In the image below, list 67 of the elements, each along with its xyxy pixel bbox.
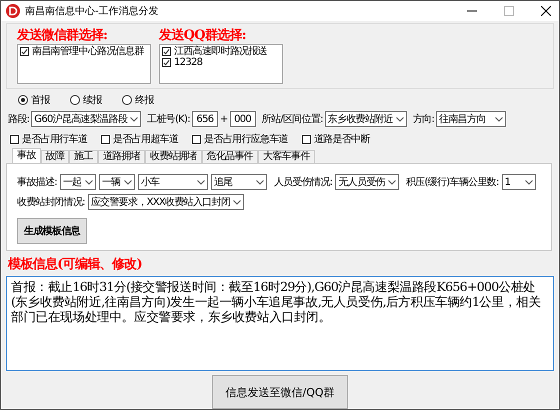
checkbox-label: 道路是否中断	[314, 132, 370, 146]
group-name: 12328	[174, 57, 202, 68]
generate-button[interactable]: 生成模板信息	[17, 218, 87, 244]
tab[interactable]: 事故	[12, 148, 41, 163]
app-logo-icon	[6, 4, 20, 18]
window-title: 南昌南信息中心-工作消息分发	[25, 4, 160, 18]
template-text-field[interactable]: 首报：截止16时31分(接交警报送时间：截至16时29分),G60沪昆高速梨温路段K656+000公桩处(东乡收费站附近,往南昌方向)发生一起一辆小车追尾事故,无人员受伤,后方积压车辆约1公里，相关部门已在现场处理中。应交警要求，东乡收费站入口封闭。	[6, 276, 554, 371]
group-name: 江西高速即时路况报送	[174, 46, 268, 57]
stake-km-field[interactable]: 656	[192, 111, 218, 127]
field-label: 事故描述:	[17, 176, 57, 189]
radio-button[interactable]	[18, 95, 28, 105]
description-dropdown[interactable]: 追尾	[210, 174, 267, 190]
checkbox[interactable]	[162, 58, 171, 67]
group-name: 南昌南管理中心路况信息群	[32, 46, 144, 57]
field-label: 积压(缓行)车辆公里数:	[406, 176, 499, 189]
chevron-down-icon	[124, 180, 132, 184]
description-dropdown[interactable]: 小车	[138, 174, 208, 190]
plus-sign: +	[220, 114, 228, 124]
checkbox[interactable]	[162, 47, 171, 56]
radio-button[interactable]	[70, 95, 80, 105]
send-button[interactable]: 信息发送至微信/QQ群	[212, 375, 348, 409]
checkbox[interactable]	[20, 47, 29, 56]
tab[interactable]: 收费站拥堵	[145, 150, 202, 163]
field-label: 路段:	[8, 113, 30, 126]
chevron-down-icon	[396, 116, 404, 122]
description-dropdown[interactable]: 一起	[60, 174, 96, 190]
position-dropdown[interactable]: 东乡收费站附近	[324, 111, 407, 127]
checkbox[interactable]	[10, 134, 19, 144]
checkbox[interactable]	[101, 134, 110, 144]
field-label: 工桩号(K):	[147, 112, 190, 126]
field-label: 人员受伤情况:	[274, 176, 332, 189]
chevron-down-icon	[196, 180, 205, 184]
checkbox-label: 是否占用行应急车道	[204, 132, 288, 146]
section-heading: 模板信息(可编辑、修改)	[8, 257, 143, 273]
chevron-down-icon	[524, 180, 533, 184]
chevron-down-icon	[388, 180, 396, 184]
section-heading: 发送QQ群选择:	[159, 28, 247, 44]
tab[interactable]: 故障	[40, 150, 70, 163]
tab[interactable]: 大客车事件	[258, 150, 315, 163]
chevron-down-icon	[256, 180, 264, 184]
field-label: 方向:	[412, 112, 434, 126]
radio-label: 续报	[83, 94, 102, 107]
road-dropdown[interactable]: G60沪昆高速梨温路段	[31, 111, 142, 127]
radio-label: 终报	[135, 94, 154, 107]
checkbox-label: 是否占用超车道	[113, 132, 178, 146]
tab[interactable]: 道路拥堵	[98, 150, 146, 163]
chevron-down-icon	[130, 116, 138, 122]
injury-dropdown[interactable]: 无人员受伤	[335, 174, 399, 190]
close-icon[interactable]	[541, 6, 551, 16]
field-label: 收费站封闭情况:	[17, 196, 85, 209]
tab[interactable]: 危化品事件	[202, 150, 258, 163]
description-dropdown[interactable]: 一辆	[98, 174, 135, 190]
section-heading: 发送微信群选择:	[17, 28, 108, 44]
direction-dropdown[interactable]: 往南昌方向	[436, 111, 506, 127]
tab[interactable]: 施工	[69, 150, 98, 163]
chevron-down-icon	[495, 116, 504, 122]
checkbox[interactable]	[302, 134, 311, 144]
field-label: 所站/区间位置:	[262, 112, 323, 126]
chevron-down-icon	[233, 200, 242, 204]
stake-m-field[interactable]: 000	[230, 111, 256, 127]
radio-button[interactable]	[122, 95, 132, 105]
checkbox-label: 是否占用行车道	[22, 132, 88, 146]
radio-label: 首报	[31, 94, 50, 107]
closure-dropdown[interactable]: 应交警要求，XXX收费站入口封闭	[88, 194, 244, 210]
chevron-down-icon	[84, 180, 93, 184]
queue-dropdown[interactable]: 1	[502, 174, 536, 190]
checkbox[interactable]	[192, 134, 202, 144]
